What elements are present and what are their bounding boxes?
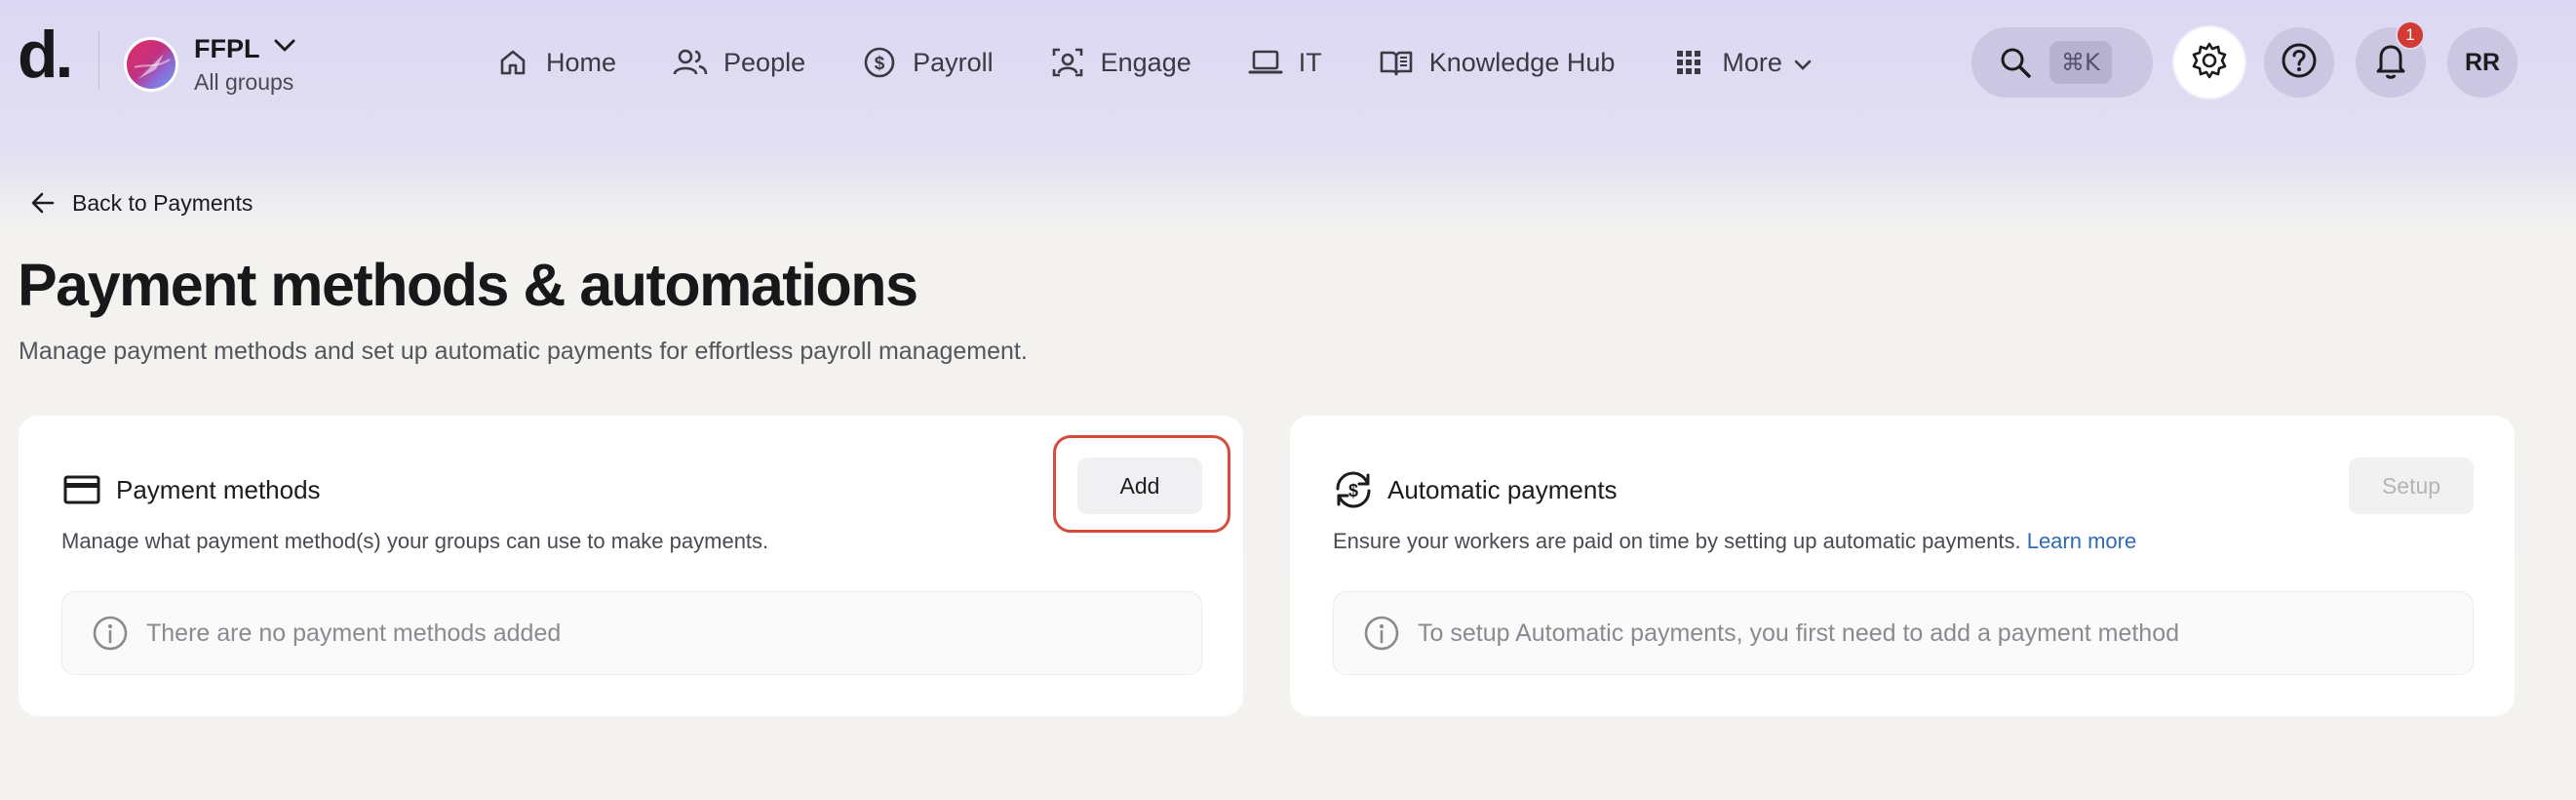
info-icon [92, 615, 129, 652]
notification-badge: 1 [2396, 20, 2425, 50]
add-payment-method-button[interactable]: Add [1077, 458, 1202, 514]
nav-label-payroll: Payroll [913, 47, 994, 77]
automatic-payments-card: $ Automatic payments Ensure your workers… [1290, 416, 2515, 716]
settings-button[interactable] [2174, 27, 2244, 98]
help-icon [2280, 41, 2319, 85]
payment-methods-empty-state: There are no payment methods added [61, 591, 1202, 675]
logo-divider [98, 31, 99, 90]
automatic-payments-description: Ensure your workers are paid on time by … [1333, 529, 2021, 553]
top-header: d. FFPL All groups Home People $ Payroll… [0, 0, 2576, 127]
payment-methods-title: Payment methods [116, 474, 321, 504]
laptop-icon [1248, 45, 1283, 80]
auto-pay-icon: $ [1333, 469, 1374, 510]
search-icon [1997, 44, 2034, 81]
automatic-payments-description-row: Ensure your workers are paid on time by … [1333, 527, 2136, 556]
org-avatar [124, 37, 178, 92]
payment-methods-card: Payment methods Manage what payment meth… [19, 416, 1243, 716]
chevron-down-icon [1794, 48, 1812, 78]
info-icon [1363, 615, 1400, 652]
people-icon [673, 45, 708, 80]
help-button[interactable] [2264, 27, 2334, 98]
arrow-left-icon [29, 189, 57, 217]
nav-label-home: Home [546, 47, 617, 77]
gear-icon [2190, 41, 2229, 85]
svg-text:$: $ [1348, 481, 1358, 500]
automatic-payments-empty-text: To setup Automatic payments, you first n… [1418, 619, 2180, 647]
payment-methods-description: Manage what payment method(s) your group… [61, 529, 769, 553]
chevron-down-icon [274, 39, 295, 58]
page-subtitle: Manage payment methods and set up automa… [19, 338, 1028, 365]
automatic-payments-title: Automatic payments [1387, 474, 1618, 504]
org-name: FFPL [194, 33, 260, 63]
engage-icon [1050, 45, 1085, 80]
home-icon [495, 45, 530, 80]
book-icon [1379, 45, 1414, 80]
user-avatar[interactable]: RR [2447, 27, 2517, 98]
back-to-payments-link[interactable]: Back to Payments [29, 185, 253, 220]
svg-text:$: $ [875, 54, 885, 74]
search-shortcut: ⌘K [2049, 41, 2112, 84]
nav-label-knowledge-hub: Knowledge Hub [1428, 47, 1616, 77]
app-logo[interactable]: d. [18, 21, 73, 88]
dollar-circle-icon: $ [862, 45, 897, 80]
main-nav: Home People $ Payroll Engage IT Knowledg… [495, 33, 1868, 92]
nav-label-people: People [723, 47, 806, 77]
page-title: Payment methods & automations [18, 252, 918, 318]
payment-methods-empty-text: There are no payment methods added [146, 619, 562, 647]
nav-label-more: More [1722, 47, 1782, 77]
grid-icon [1671, 45, 1706, 80]
search-button[interactable]: ⌘K [1971, 27, 2153, 98]
nav-item-payroll[interactable]: $ Payroll [862, 33, 994, 92]
nav-item-more[interactable]: More [1671, 33, 1812, 92]
automatic-payments-empty-state: To setup Automatic payments, you first n… [1333, 591, 2474, 675]
nav-item-people[interactable]: People [673, 33, 805, 92]
back-link-label: Back to Payments [72, 189, 254, 216]
nav-label-it: IT [1298, 47, 1322, 77]
org-switcher[interactable]: FFPL All groups [124, 33, 295, 96]
learn-more-link[interactable]: Learn more [2027, 529, 2137, 553]
nav-item-knowledge-hub[interactable]: Knowledge Hub [1379, 33, 1616, 92]
nav-item-it[interactable]: IT [1248, 33, 1322, 92]
nav-item-engage[interactable]: Engage [1050, 33, 1191, 92]
credit-card-icon [61, 469, 102, 510]
nav-item-home[interactable]: Home [495, 33, 616, 92]
nav-label-engage: Engage [1100, 47, 1191, 77]
setup-automatic-payments-button[interactable]: Setup [2349, 458, 2474, 514]
org-subtitle: All groups [194, 68, 294, 95]
